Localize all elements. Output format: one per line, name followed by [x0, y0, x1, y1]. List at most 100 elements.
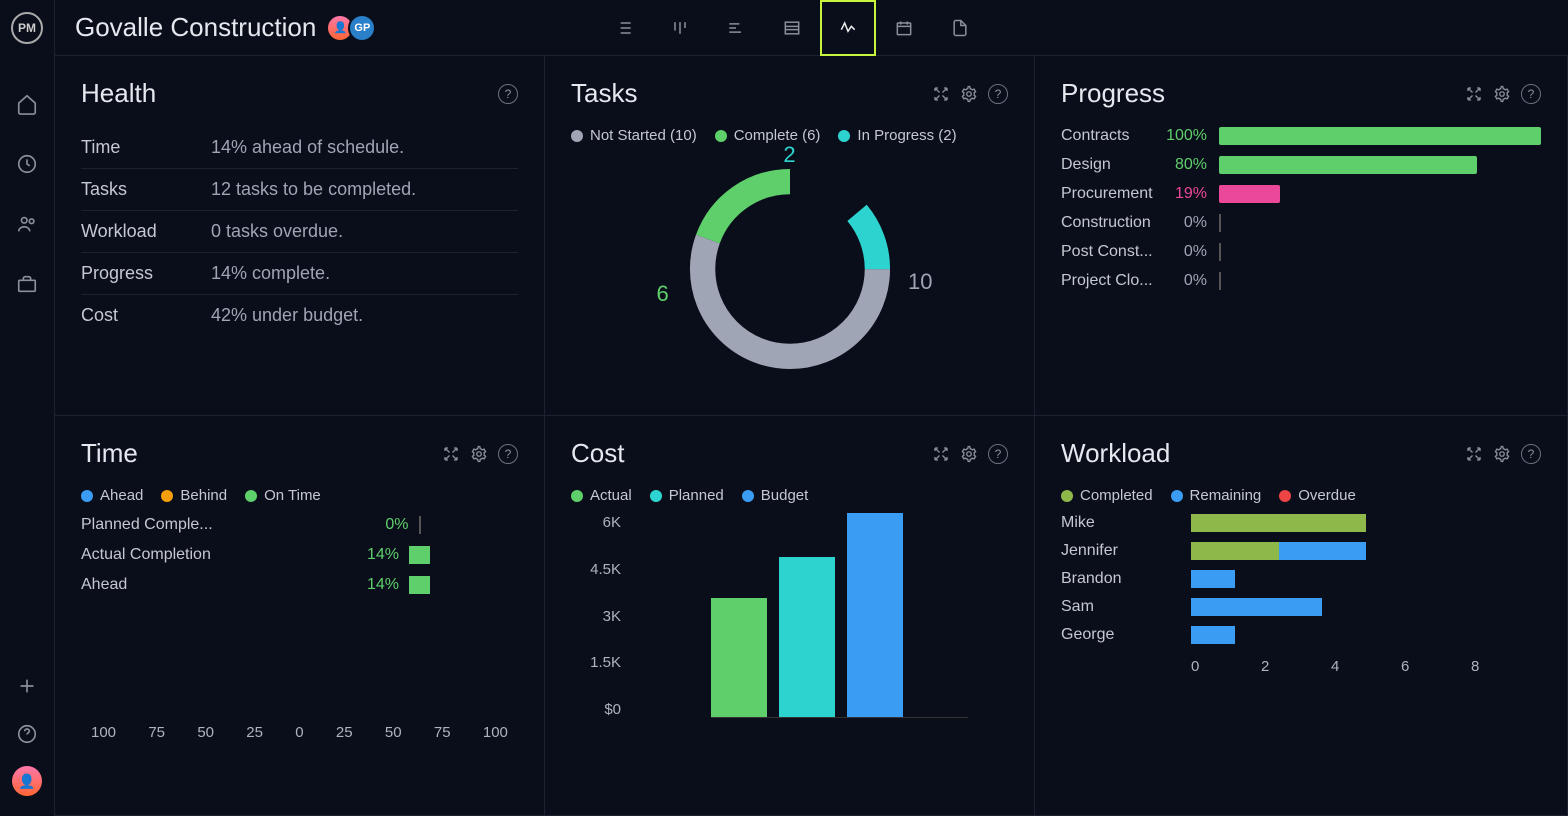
axis-tick: 0 [1191, 658, 1261, 675]
progress-label: Post Const... [1061, 243, 1159, 261]
workload-label: Brandon [1061, 570, 1191, 588]
board-view-tab[interactable] [652, 0, 708, 56]
axis-tick: 25 [246, 724, 263, 741]
app-logo[interactable]: PM [11, 12, 43, 44]
list-view-tab[interactable] [596, 0, 652, 56]
health-value: 14% ahead of schedule. [211, 137, 404, 158]
expand-icon[interactable] [1465, 445, 1483, 463]
dashboard-view-tab[interactable] [820, 0, 876, 56]
sheet-view-tab[interactable] [764, 0, 820, 56]
time-row: Planned Comple... 0% [81, 516, 518, 534]
axis-tick: 0 [295, 724, 303, 741]
workload-label: Sam [1061, 598, 1191, 616]
legend-item: Remaining [1171, 487, 1262, 504]
progress-row: Contracts100% [1061, 127, 1541, 145]
cost-panel: Cost ? ActualPlannedBudget 6K4.5K3K1.5K$… [545, 416, 1035, 816]
calendar-view-tab[interactable] [876, 0, 932, 56]
progress-title: Progress [1061, 78, 1165, 109]
gear-icon[interactable] [470, 445, 488, 463]
sidebar: PM 👤 [0, 0, 55, 816]
expand-icon[interactable] [1465, 85, 1483, 103]
project-title: Govalle Construction [75, 12, 316, 43]
time-label: Planned Comple... [81, 516, 251, 534]
home-icon[interactable] [15, 92, 39, 116]
axis-tick: 100 [91, 724, 116, 741]
help-icon[interactable]: ? [1521, 444, 1541, 464]
legend-item: Ahead [81, 487, 143, 504]
clock-icon[interactable] [15, 152, 39, 176]
time-percent: 0% [349, 516, 409, 534]
donut-label-notstarted: 10 [908, 269, 932, 295]
health-value: 12 tasks to be completed. [211, 179, 416, 200]
health-value: 42% under budget. [211, 305, 363, 326]
time-label: Ahead [81, 576, 251, 594]
add-icon[interactable] [15, 674, 39, 698]
tasks-title: Tasks [571, 78, 637, 109]
workload-row: George [1061, 626, 1541, 644]
workload-row: Brandon [1061, 570, 1541, 588]
gear-icon[interactable] [1493, 85, 1511, 103]
help-icon[interactable]: ? [498, 444, 518, 464]
legend-item: Planned [650, 487, 724, 504]
help-icon[interactable]: ? [988, 444, 1008, 464]
legend-item: In Progress (2) [838, 127, 956, 144]
help-icon[interactable] [15, 722, 39, 746]
axis-tick: 75 [148, 724, 165, 741]
time-panel: Time ? AheadBehindOn Time Planned Comple… [55, 416, 545, 816]
cost-bar-chart: 6K4.5K3K1.5K$0 [571, 514, 1008, 744]
donut-label-complete: 6 [657, 281, 669, 307]
time-label: Actual Completion [81, 546, 251, 564]
health-row: Cost42% under budget. [81, 295, 518, 336]
health-label: Time [81, 137, 211, 158]
axis-tick: 8 [1471, 658, 1541, 675]
help-icon[interactable]: ? [988, 84, 1008, 104]
legend-item: Behind [161, 487, 227, 504]
progress-percent: 80% [1159, 156, 1207, 174]
user-avatar[interactable]: 👤 [12, 766, 42, 796]
gear-icon[interactable] [960, 85, 978, 103]
briefcase-icon[interactable] [15, 272, 39, 296]
expand-icon[interactable] [932, 445, 950, 463]
expand-icon[interactable] [442, 445, 460, 463]
avatar-group[interactable]: 👤 GP [332, 14, 376, 42]
health-value: 14% complete. [211, 263, 330, 284]
progress-row: Post Const...0% [1061, 243, 1541, 261]
legend-item: Overdue [1279, 487, 1356, 504]
time-percent: 14% [339, 546, 399, 564]
team-icon[interactable] [15, 212, 39, 236]
topbar: Govalle Construction 👤 GP [55, 0, 1568, 56]
workload-row: Mike [1061, 514, 1541, 532]
workload-row: Sam [1061, 598, 1541, 616]
health-row: Progress14% complete. [81, 253, 518, 295]
axis-tick: 3K [571, 608, 621, 625]
progress-label: Project Clo... [1061, 272, 1159, 290]
file-view-tab[interactable] [932, 0, 988, 56]
legend-item: Completed [1061, 487, 1153, 504]
axis-tick: 4 [1331, 658, 1401, 675]
gear-icon[interactable] [1493, 445, 1511, 463]
axis-tick: 2 [1261, 658, 1331, 675]
progress-label: Procurement [1061, 185, 1159, 203]
time-title: Time [81, 438, 138, 469]
gear-icon[interactable] [960, 445, 978, 463]
progress-label: Construction [1061, 214, 1159, 232]
axis-tick: 1.5K [571, 654, 621, 671]
progress-label: Design [1061, 156, 1159, 174]
legend-item: Complete (6) [715, 127, 821, 144]
progress-row: Project Clo...0% [1061, 272, 1541, 290]
gantt-view-tab[interactable] [708, 0, 764, 56]
health-row: Tasks12 tasks to be completed. [81, 169, 518, 211]
help-icon[interactable]: ? [1521, 84, 1541, 104]
health-label: Workload [81, 221, 211, 242]
axis-tick: 4.5K [571, 561, 621, 578]
axis-tick: 25 [336, 724, 353, 741]
axis-tick: 100 [483, 724, 508, 741]
axis-tick: $0 [571, 701, 621, 718]
health-title: Health [81, 78, 156, 109]
time-row: Ahead14% [81, 576, 518, 594]
health-label: Cost [81, 305, 211, 326]
health-row: Workload0 tasks overdue. [81, 211, 518, 253]
cost-bar [779, 557, 835, 717]
help-icon[interactable]: ? [498, 84, 518, 104]
expand-icon[interactable] [932, 85, 950, 103]
